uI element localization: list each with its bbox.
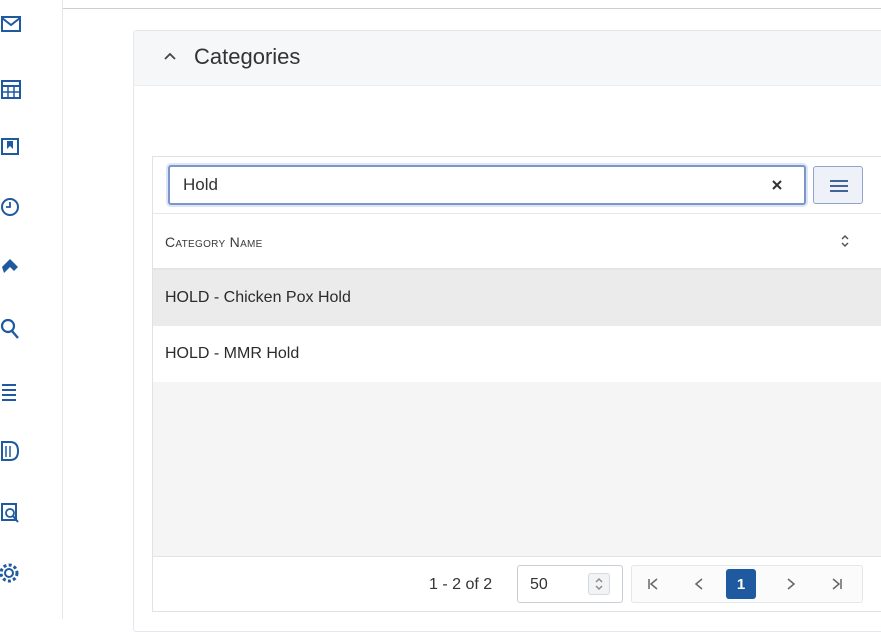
table-row[interactable]: HOLD - MMR Hold [153, 326, 881, 382]
page-size-spinner[interactable] [588, 573, 610, 595]
hamburger-icon [830, 180, 848, 192]
categories-grid: Category Name HOLD - Chicken Pox Hold HO… [152, 156, 881, 612]
table-row[interactable]: HOLD - Chicken Pox Hold [153, 270, 881, 326]
row-category-name: HOLD - Chicken Pox Hold [165, 289, 351, 306]
chevron-right-icon [787, 578, 796, 590]
search-toolbar [153, 157, 881, 214]
list-icon[interactable] [0, 378, 24, 404]
grid-header[interactable]: Category Name [153, 214, 881, 270]
tag-icon[interactable] [0, 254, 24, 280]
first-page-button[interactable] [636, 566, 670, 602]
sort-icon[interactable] [840, 234, 850, 248]
pager: 1 - 2 of 2 50 1 [153, 556, 881, 611]
last-page-icon [832, 578, 842, 590]
search-box [168, 165, 806, 205]
panel-title: Categories [194, 44, 301, 69]
close-icon[interactable] [768, 176, 786, 194]
chevron-left-icon [694, 578, 703, 590]
search-input[interactable] [183, 175, 743, 195]
report-search-icon[interactable] [0, 500, 24, 526]
next-page-button[interactable] [774, 566, 808, 602]
first-page-icon [648, 578, 658, 590]
previous-page-button[interactable] [682, 566, 716, 602]
pager-range: 1 - 2 of 2 [429, 576, 493, 593]
page-navigation: 1 [631, 565, 863, 603]
page-size-select[interactable]: 50 [517, 565, 623, 603]
panel-header[interactable]: Categories [134, 31, 881, 86]
current-page-button[interactable]: 1 [726, 569, 756, 599]
search-icon[interactable] [0, 316, 24, 342]
page-size-value: 50 [530, 576, 548, 593]
column-menu-button[interactable] [813, 166, 863, 204]
mail-icon[interactable] [0, 12, 24, 38]
calendar-icon[interactable] [0, 76, 24, 102]
clock-icon[interactable] [0, 194, 24, 220]
top-divider [0, 8, 881, 9]
left-icon-rail [0, 0, 63, 619]
last-page-button[interactable] [820, 566, 854, 602]
chevron-up-icon[interactable] [162, 48, 178, 64]
row-category-name: HOLD - MMR Hold [165, 345, 300, 362]
document-icon[interactable] [0, 438, 24, 464]
bookmark-icon[interactable] [0, 134, 24, 160]
spinner-icon [595, 578, 603, 590]
gear-icon[interactable] [0, 560, 24, 586]
column-header-category-name[interactable]: Category Name [165, 234, 263, 250]
